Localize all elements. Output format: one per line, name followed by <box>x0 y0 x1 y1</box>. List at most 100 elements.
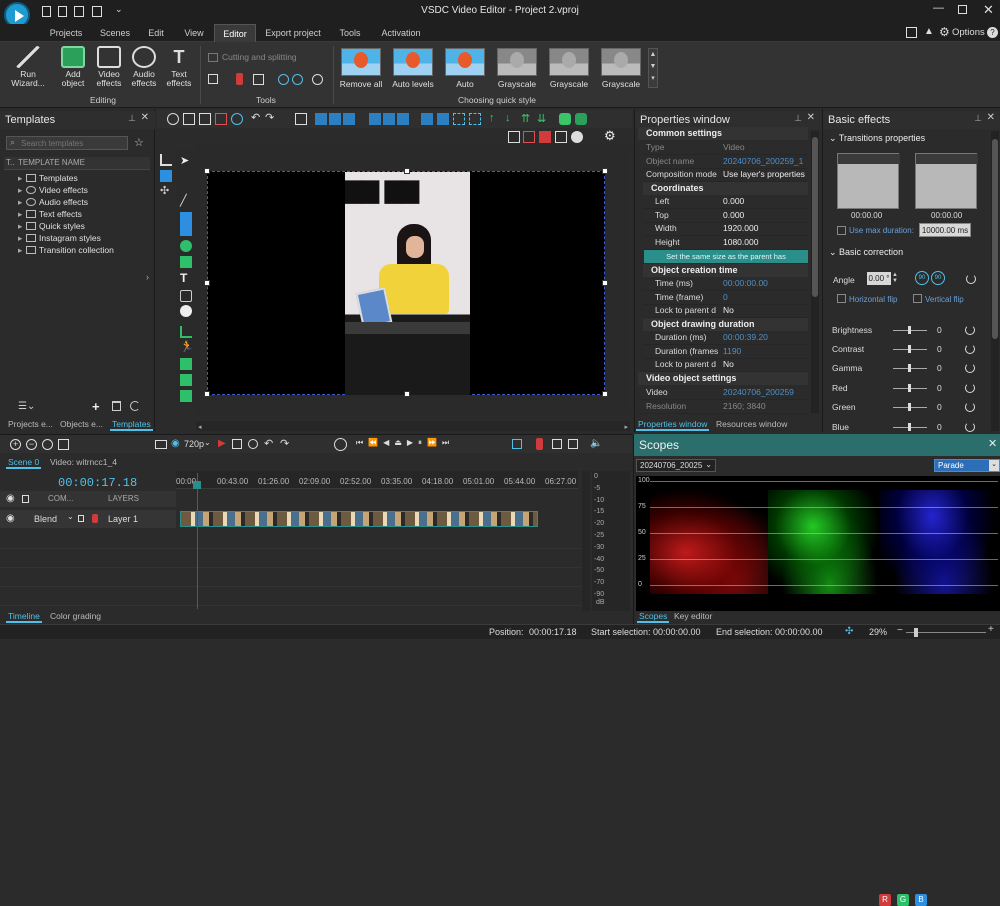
fit-zoom-icon[interactable]: ✣ <box>845 626 853 637</box>
eye-preview-icon[interactable]: ◉ <box>171 438 180 449</box>
use-max-duration-checkbox[interactable] <box>837 226 846 235</box>
snap-grid-icon[interactable] <box>508 131 520 143</box>
run-wizard-button[interactable]: Run Wizard... <box>8 46 48 88</box>
properties-scrollbar[interactable] <box>811 131 819 413</box>
pin-icon[interactable]: ⊥ <box>128 113 136 124</box>
prop-duration-ms[interactable]: Duration (ms) 00:00:39.20 <box>643 331 807 345</box>
quick-style-grayscale-3[interactable]: Grayscale <box>598 48 644 89</box>
fit-icon[interactable] <box>453 113 465 125</box>
delete-icon[interactable] <box>215 113 227 125</box>
rectangle-tool-icon[interactable] <box>180 224 192 236</box>
prop-time-ms[interactable]: Time (ms) 00:00:00.00 <box>643 277 807 291</box>
pointer-tool-icon[interactable]: ➤ <box>180 156 192 168</box>
tree-item-transition-collection[interactable]: ▸ Transition collection <box>18 244 114 256</box>
ungroup-icon[interactable] <box>575 113 587 125</box>
align-top-icon[interactable] <box>369 113 381 125</box>
move-bottom-icon[interactable]: ⇊ <box>537 112 549 125</box>
resize-handle[interactable] <box>204 391 210 397</box>
reset-icon[interactable] <box>965 363 975 373</box>
maximize-button[interactable] <box>958 5 967 14</box>
angle-reset-icon[interactable] <box>966 274 976 284</box>
horizontal-flip-checkbox[interactable] <box>837 294 846 303</box>
prop-lock-parent-creation[interactable]: Lock to parent d No <box>643 304 807 318</box>
crop-tool-icon[interactable] <box>208 74 218 84</box>
rotate-90-left-icon[interactable]: 90 <box>915 271 929 285</box>
tree-item-audio-effects[interactable]: ▸ Audio effects <box>18 196 88 208</box>
resize-handle[interactable] <box>204 280 210 286</box>
prop-top[interactable]: Top 0.000 <box>643 209 807 223</box>
max-duration-input[interactable]: 10000.00 ms <box>919 223 971 237</box>
options-gear-icon[interactable]: ⚙ <box>939 25 950 39</box>
menu-editor[interactable]: Editor <box>214 24 256 42</box>
red-channel-toggle[interactable]: R <box>879 894 891 906</box>
slider-knob[interactable] <box>908 384 911 392</box>
video-clip[interactable] <box>180 511 538 527</box>
menu-activation[interactable]: Activation <box>376 24 426 42</box>
crop-frame-icon[interactable] <box>253 74 264 85</box>
group-icon[interactable] <box>559 113 571 125</box>
audio-effects-button[interactable]: Audio effects <box>127 46 161 88</box>
prop-duration-frames[interactable]: Duration (frames 1190 <box>643 345 807 359</box>
prop-lock-parent-duration[interactable]: Lock to parent d No <box>643 358 807 372</box>
tab-scene-0[interactable]: Scene 0 <box>6 456 42 469</box>
distribute-v-icon[interactable] <box>437 113 449 125</box>
undo-icon[interactable]: ↶ <box>251 113 263 125</box>
section-common-settings[interactable]: Common settings <box>638 127 808 140</box>
zoom-in-icon[interactable]: + <box>10 439 21 450</box>
slider-track[interactable] <box>893 384 927 392</box>
template-search-input[interactable] <box>21 138 125 148</box>
cut-icon[interactable] <box>167 113 179 125</box>
tab-timeline[interactable]: Timeline <box>6 610 42 623</box>
stabilize-icon[interactable] <box>312 74 323 85</box>
resize-handle[interactable] <box>602 391 608 397</box>
resolution-select[interactable]: 720p <box>184 439 204 449</box>
undo-tl-icon[interactable]: ↶ <box>264 437 273 450</box>
settings-gear-icon[interactable]: ⚙ <box>604 128 616 144</box>
close-window-button[interactable]: ✕ <box>983 2 994 18</box>
rotate-left-icon[interactable] <box>278 74 289 85</box>
preview-mode-icon[interactable] <box>155 440 167 449</box>
tab-color-grading[interactable]: Color grading <box>48 610 103 623</box>
slider-knob[interactable] <box>908 326 911 334</box>
video-effects-button[interactable]: Video effects <box>92 46 126 88</box>
prop-composition-mode[interactable]: Composition mode Use layer's properties <box>643 168 807 182</box>
time-ruler[interactable]: 00:00 00:43.00 01:26.00 02:09.00 02:52.00 03:… <box>176 471 578 489</box>
align-bottom-icon[interactable] <box>397 113 409 125</box>
scopes-source-select[interactable]: 20240706_20025 ⌄ <box>636 459 716 472</box>
redo-tl-icon[interactable]: ↷ <box>280 437 289 450</box>
slider-knob[interactable] <box>908 423 911 431</box>
move-down-icon[interactable]: ↓ <box>505 112 517 124</box>
lock-icon[interactable] <box>22 495 29 503</box>
ellipse-tool-icon[interactable] <box>180 240 192 252</box>
tree-item-video-effects[interactable]: ▸ Video effects <box>18 184 88 196</box>
menu-export-project[interactable]: Export project <box>262 24 324 42</box>
crop-tl-icon[interactable] <box>568 439 578 449</box>
section-video-settings[interactable]: Video object settings <box>638 372 808 385</box>
slider-knob[interactable] <box>908 345 911 353</box>
list-view-icon[interactable]: ☰⌄ <box>18 401 35 412</box>
quick-style-auto[interactable]: Auto <box>442 48 488 89</box>
tab-key-editor[interactable]: Key editor <box>672 610 714 623</box>
prop-width[interactable]: Width 1920.000 <box>643 222 807 236</box>
align-left-icon[interactable] <box>315 113 327 125</box>
record-icon[interactable] <box>58 439 69 450</box>
section-coordinates[interactable]: Coordinates <box>643 182 808 195</box>
distribute-h-icon[interactable] <box>421 113 433 125</box>
section-creation-time[interactable]: Object creation time <box>643 264 808 277</box>
text-effects-button[interactable]: T Text effects <box>162 46 196 88</box>
close-panel-icon[interactable]: ✕ <box>807 112 815 123</box>
blue-channel-toggle[interactable]: B <box>915 894 927 906</box>
slider-track[interactable] <box>893 364 927 372</box>
rotate-90-right-icon[interactable]: 90 <box>931 271 945 285</box>
delete-template-icon[interactable] <box>112 401 121 411</box>
prev-frame-icon[interactable]: ⏪ <box>368 438 383 447</box>
prop-height[interactable]: Height 1080.000 <box>643 236 807 250</box>
reset-icon[interactable] <box>965 325 975 335</box>
resolution-dropdown-icon[interactable]: ⌄ <box>204 438 211 447</box>
cutting-splitting-button[interactable]: Cutting and splitting <box>222 52 297 62</box>
timeline-vscroll[interactable] <box>582 471 590 611</box>
text-tool-icon[interactable]: T <box>180 272 192 284</box>
clock-icon[interactable] <box>334 438 347 451</box>
animation-tool-icon[interactable]: 🏃 <box>180 342 194 354</box>
menu-projects[interactable]: Projects <box>44 24 88 42</box>
